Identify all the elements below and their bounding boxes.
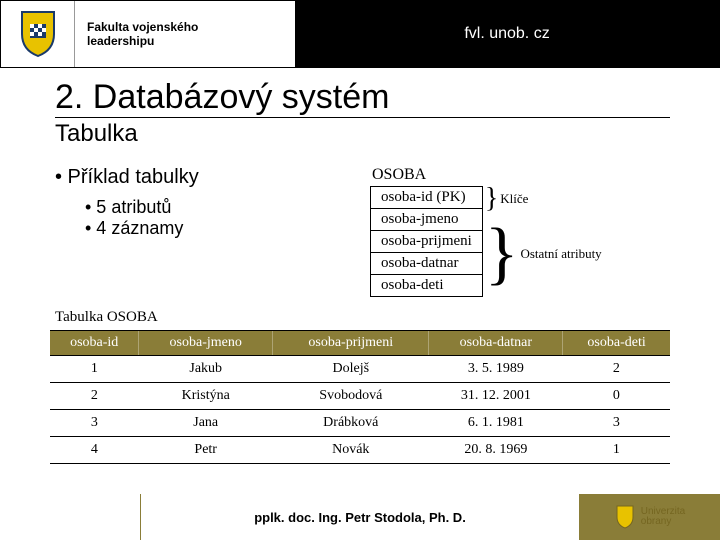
data-table: osoba-id osoba-jmeno osoba-prijmeni osob… (50, 330, 670, 464)
entity-attributes-box: osoba-id (PK) osoba-jmeno osoba-prijmeni… (370, 186, 483, 297)
table-header-row: osoba-id osoba-jmeno osoba-prijmeni osob… (50, 331, 670, 356)
col-header: osoba-datnar (429, 331, 563, 356)
table-row: 3JanaDrábková6. 1. 19813 (50, 410, 670, 437)
col-header: osoba-prijmeni (273, 331, 429, 356)
bullet-example: • Příklad tabulky (55, 166, 370, 189)
other-attrs-label: Ostatní atributy (520, 246, 601, 262)
col-header: osoba-jmeno (139, 331, 273, 356)
shield-icon (18, 10, 58, 58)
bullet-records: • 4 záznamy (85, 218, 370, 239)
col-header: osoba-id (50, 331, 139, 356)
bullet-attrs: • 5 atributů (85, 197, 370, 218)
brace-keys: }Klíče (483, 186, 602, 211)
footer-uni: Univerzita obrany (580, 494, 720, 540)
faculty-name-line1: Fakulta vojenského (87, 20, 295, 34)
uni-name: Univerzita obrany (641, 507, 685, 527)
col-header: osoba-deti (563, 331, 670, 356)
uni-shield-icon (615, 505, 635, 529)
attr-row: osoba-prijmeni (371, 231, 482, 253)
table-row: 2KristýnaSvobodová31. 12. 20010 (50, 383, 670, 410)
attr-pk: osoba-id (PK) (371, 187, 482, 209)
faculty-name-line2: leadershipu (87, 34, 295, 48)
entity-name: OSOBA (372, 166, 670, 184)
attr-row: osoba-datnar (371, 253, 482, 275)
table-row: 1JakubDolejš3. 5. 19892 (50, 356, 670, 383)
footer-author: pplk. doc. Ing. Petr Stodola, Ph. D. (140, 494, 580, 540)
table-row: 4PetrNovák20. 8. 19691 (50, 437, 670, 464)
footer: pplk. doc. Ing. Petr Stodola, Ph. D. Uni… (0, 494, 720, 540)
attr-row: osoba-jmeno (371, 209, 482, 231)
slide-title: 2. Databázový systém (55, 78, 670, 118)
site-url: fvl. unob. cz (295, 1, 719, 67)
entity-schema: OSOBA osoba-id (PK) osoba-jmeno osoba-pr… (370, 166, 670, 297)
faculty-logo (1, 1, 75, 67)
slide-subtitle: Tabulka (55, 120, 670, 148)
top-banner: Fakulta vojenského leadershipu fvl. unob… (0, 0, 720, 68)
bullets: • Příklad tabulky • 5 atributů • 4 zázna… (55, 166, 370, 239)
slide-content: 2. Databázový systém Tabulka • Příklad t… (0, 68, 720, 297)
footer-left-spacer (0, 494, 140, 540)
faculty-name-box: Fakulta vojenského leadershipu (75, 1, 295, 67)
keys-label: Klíče (500, 191, 528, 207)
table-caption: Tabulka OSOBA (55, 309, 720, 326)
attr-row: osoba-deti (371, 275, 482, 296)
brace-attrs: }Ostatní atributy (483, 211, 602, 297)
